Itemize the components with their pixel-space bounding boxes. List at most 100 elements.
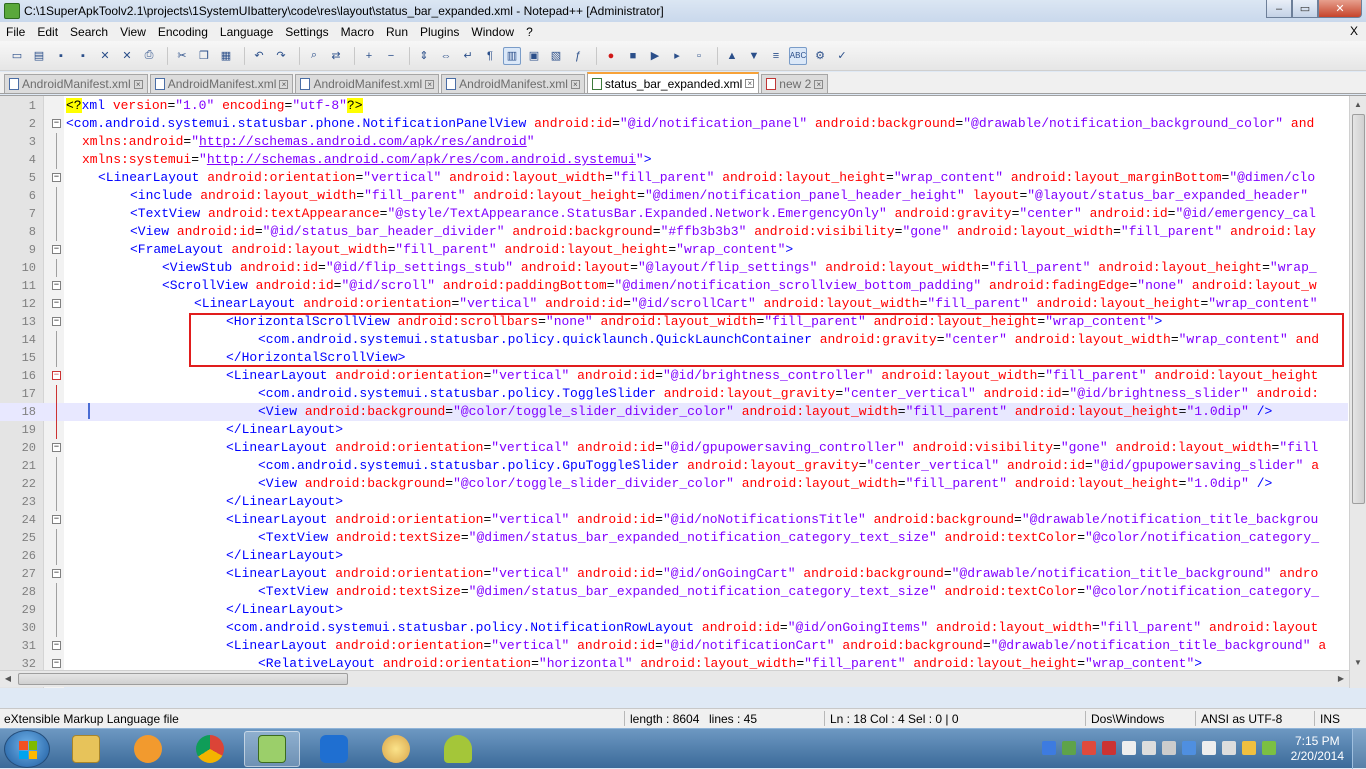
bluetooth-icon[interactable] (1182, 741, 1196, 755)
code-line[interactable]: 2 − <com.android.systemui.statusbar.phone.… (0, 115, 1348, 133)
fold-toggle-icon[interactable]: − (52, 317, 61, 326)
jump-down-icon[interactable]: ▼ (745, 47, 763, 65)
user-lang-icon[interactable]: ▣ (525, 47, 543, 65)
code-lines[interactable]: 1 <?xml version="1.0" encoding="utf-8"?> 2… (0, 96, 1348, 681)
undo-icon[interactable]: ↶ (250, 47, 268, 65)
code-line[interactable]: 8 <View android:id="@id/status_bar_header… (0, 223, 1348, 241)
horizontal-scroll-thumb[interactable] (18, 673, 348, 685)
close-button[interactable]: ✕ (1318, 0, 1362, 18)
close-document-button[interactable]: X (1350, 24, 1358, 38)
sort-icon[interactable]: ≡ (767, 47, 785, 65)
wrap-icon[interactable]: ↵ (459, 47, 477, 65)
menu-file[interactable]: File (0, 25, 31, 39)
code-line[interactable]: 23 </LinearLayout> (0, 493, 1348, 511)
code-line[interactable]: 22 <View android:background="@color/toggl… (0, 475, 1348, 493)
start-button[interactable] (4, 730, 50, 768)
fold-toggle-icon[interactable]: − (52, 371, 61, 380)
print-icon[interactable]: ⎙ (140, 47, 158, 65)
taskbar-chrome[interactable] (182, 731, 238, 767)
taskbar-explorer[interactable] (58, 731, 114, 767)
code-line[interactable]: 3 xmlns:android="http://schemas.android.c… (0, 133, 1348, 151)
fold-toggle-icon[interactable]: − (52, 245, 61, 254)
code-line[interactable]: 25 <TextView android:textSize="@dimen/sta… (0, 529, 1348, 547)
vertical-scroll-thumb[interactable] (1352, 114, 1365, 504)
code-line[interactable]: 19 </LinearLayout> (0, 421, 1348, 439)
sync-icon[interactable] (1142, 741, 1156, 755)
function-list-icon[interactable]: ƒ (569, 47, 587, 65)
save-icon[interactable]: ▪ (52, 47, 70, 65)
menu-edit[interactable]: Edit (31, 25, 64, 39)
tab-close-icon[interactable]: × (425, 79, 435, 89)
maximize-button[interactable]: ▭ (1292, 0, 1318, 18)
jump-up-icon[interactable]: ▲ (723, 47, 741, 65)
scroll-up-icon[interactable]: ▲ (1350, 96, 1366, 113)
fold-toggle-icon[interactable]: − (52, 659, 61, 668)
tab-close-icon[interactable]: × (814, 79, 824, 89)
fold-toggle-icon[interactable]: − (52, 515, 61, 524)
code-line[interactable]: 31 − <LinearLayout android:orientation="ve… (0, 637, 1348, 655)
fold-toggle-icon[interactable]: − (52, 443, 61, 452)
record-macro-icon[interactable]: ● (602, 47, 620, 65)
close-icon[interactable]: ✕ (96, 47, 114, 65)
code-line[interactable]: 6 <include android:layout_width="fill_par… (0, 187, 1348, 205)
security-icon[interactable] (1082, 741, 1096, 755)
taskbar-media-player[interactable] (120, 731, 176, 767)
fold-toggle-icon[interactable]: − (52, 299, 61, 308)
editor[interactable]: 1 <?xml version="1.0" encoding="utf-8"?> 2… (0, 95, 1366, 688)
scroll-down-icon[interactable]: ▼ (1350, 654, 1366, 671)
fold-toggle-icon[interactable]: − (52, 569, 61, 578)
code-line[interactable]: 26 </LinearLayout> (0, 547, 1348, 565)
fold-toggle-icon[interactable]: − (52, 641, 61, 650)
show-desktop-button[interactable] (1352, 729, 1366, 769)
menu-run[interactable]: Run (380, 25, 414, 39)
tab-5[interactable]: new 2 × (761, 74, 829, 93)
code-line[interactable]: 11 − <ScrollView android:id="@id/scroll" a… (0, 277, 1348, 295)
horizontal-scrollbar[interactable]: ◀ ▶ (0, 670, 1349, 687)
tab-0[interactable]: AndroidManifest.xml × (4, 74, 148, 93)
save-all-icon[interactable]: ▪ (74, 47, 92, 65)
paste-icon[interactable]: ▦ (217, 47, 235, 65)
signal-icon[interactable] (1162, 741, 1176, 755)
menu-help[interactable]: ? (520, 25, 539, 39)
code-line[interactable]: 4 xmlns:systemui="http://schemas.android.… (0, 151, 1348, 169)
menu-settings[interactable]: Settings (279, 25, 334, 39)
spell-next-icon[interactable]: ✓ (833, 47, 851, 65)
menu-encoding[interactable]: Encoding (152, 25, 214, 39)
fold-toggle-icon[interactable]: − (52, 281, 61, 290)
spellcheck-icon[interactable]: ABC (789, 46, 807, 65)
code-line[interactable]: 12 − <LinearLayout android:orientation="ve… (0, 295, 1348, 313)
tab-4[interactable]: status_bar_expanded.xml × (586, 72, 760, 93)
minimize-button[interactable]: – (1266, 0, 1292, 18)
volume-icon[interactable] (1202, 741, 1216, 755)
cut-icon[interactable]: ✂ (173, 47, 191, 65)
code-line[interactable]: 9 − <FrameLayout android:layout_width="fil… (0, 241, 1348, 259)
zoom-in-icon[interactable]: + (360, 47, 378, 65)
alert-icon[interactable] (1102, 741, 1116, 755)
sync-h-icon[interactable]: ⇔ (437, 47, 455, 65)
network-app-icon[interactable] (1062, 741, 1076, 755)
close-all-icon[interactable]: ✕ (118, 47, 136, 65)
menu-search[interactable]: Search (64, 25, 114, 39)
code-line[interactable]: 1 <?xml version="1.0" encoding="utf-8"?> (0, 97, 1348, 115)
open-file-icon[interactable]: ▤ (30, 47, 48, 65)
code-line[interactable]: 16 − <LinearLayout android:orientation="ve… (0, 367, 1348, 385)
taskbar-teamviewer[interactable] (306, 731, 362, 767)
code-line[interactable]: 24 − <LinearLayout android:orientation="ve… (0, 511, 1348, 529)
scroll-left-icon[interactable]: ◀ (0, 671, 16, 687)
zoom-out-icon[interactable]: − (382, 47, 400, 65)
tab-close-icon[interactable]: × (570, 79, 580, 89)
tab-close-icon[interactable]: × (133, 79, 143, 89)
code-line[interactable]: 30 <com.android.systemui.statusbar.policy… (0, 619, 1348, 637)
fold-toggle-icon[interactable]: − (52, 173, 61, 182)
code-line[interactable]: 21 <com.android.systemui.statusbar.policy… (0, 457, 1348, 475)
vertical-scrollbar[interactable]: ▲ ▼ (1349, 96, 1366, 688)
save-macro-icon[interactable]: ▫ (690, 47, 708, 65)
wand-icon[interactable] (1242, 741, 1256, 755)
indent-guide-icon[interactable]: ▥ (503, 46, 521, 65)
code-line[interactable]: 17 <com.android.systemui.statusbar.policy… (0, 385, 1348, 403)
spell-settings-icon[interactable]: ⚙ (811, 47, 829, 65)
find-icon[interactable]: ⌕ (305, 47, 323, 65)
code-line[interactable]: 20 − <LinearLayout android:orientation="ve… (0, 439, 1348, 457)
redo-icon[interactable]: ↷ (272, 47, 290, 65)
menu-view[interactable]: View (114, 25, 152, 39)
